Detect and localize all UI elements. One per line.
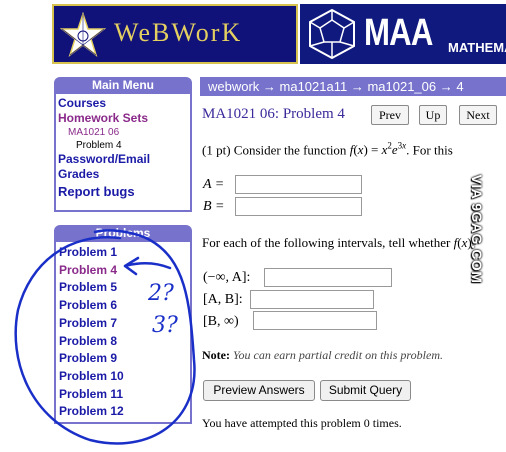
problem-link-5[interactable]: Problem 5 [59,279,190,297]
note-label: Note: [202,348,230,362]
problem-link-7[interactable]: Problem 7 [59,315,190,333]
interval-3-input[interactable] [253,311,377,330]
interval-2-input[interactable] [250,290,374,309]
problem-link-11[interactable]: Problem 11 [59,386,190,404]
problem-text-end: . For this [406,142,453,158]
interval-3-label: [B, ∞) [203,314,239,329]
next-button[interactable]: Next [459,105,497,125]
function-formula: f(x) = x2e3x [349,141,407,158]
partial-credit-note: Note: You can earn partial credit on thi… [202,348,443,363]
menu-item-set-ma1021-06[interactable]: MA1021 06 [58,126,190,139]
star-icon [60,12,106,58]
problem-points: (1 pt) [202,142,231,158]
answer-b-input[interactable] [235,197,362,216]
answer-a-input[interactable] [235,175,362,194]
problem-link-6[interactable]: Problem 6 [59,297,190,315]
note-text: You can earn partial credit on this prob… [232,348,443,362]
maa-logo-text: MAA [364,12,433,54]
maa-logo-subtext: MATHEMA [448,40,506,55]
prev-button[interactable]: Prev [371,105,409,125]
problem-link-10[interactable]: Problem 10 [59,368,190,386]
interval-1-label: (−∞, A]: [203,270,251,285]
answer-a-label: A = [203,177,225,192]
maa-logo[interactable]: MAA MATHEMA [300,4,506,64]
menu-item-password-email[interactable]: Password/Email [58,152,190,167]
problem-link-4[interactable]: Problem 4 [59,262,190,280]
breadcrumb[interactable]: webwork → ma1021a11 → ma1021_06 → 4 [200,77,506,96]
problems-title: Problems [54,225,192,242]
polyhedron-icon [309,8,355,60]
menu-item-courses[interactable]: Courses [58,96,190,111]
intervals-question-text: For each of the following intervals, tel… [202,235,451,250]
submit-query-button[interactable]: Submit Query [320,380,411,401]
preview-answers-button[interactable]: Preview Answers [203,380,315,401]
menu-item-homework-sets[interactable]: Homework Sets [58,111,190,126]
webwork-logo-text: WeBWorK [114,18,243,47]
intervals-question: For each of the following intervals, tel… [202,235,472,251]
problem-link-1[interactable]: Problem 1 [59,244,190,262]
attempts-status: You have attempted this problem 0 times. [202,416,402,430]
main-menu: Courses Homework Sets MA1021 06 Problem … [54,94,192,212]
watermark-text: VIA 9GAG.COM [469,174,485,284]
answer-b-label: B = [203,199,225,214]
problems-list: Problem 1 Problem 4 Problem 5 Problem 6 … [54,242,192,424]
interval-1-input[interactable] [264,268,392,287]
problem-link-9[interactable]: Problem 9 [59,350,190,368]
page-title: MA1021 06: Problem 4 [202,106,345,122]
menu-item-grades[interactable]: Grades [58,167,190,182]
problem-statement: (1 pt) Consider the function f(x) = x2e3… [202,141,453,158]
interval-2-label: [A, B]: [203,292,243,307]
menu-item-current-problem: Problem 4 [76,140,122,151]
watermark: VIA 9GAG.COM [464,174,490,284]
problem-link-8[interactable]: Problem 8 [59,333,190,351]
menu-item-report-bugs[interactable]: Report bugs [58,182,190,202]
site-banner: WeBWorK MAA MATHEMA [52,0,506,67]
webwork-logo[interactable]: WeBWorK [52,4,298,64]
up-button[interactable]: Up [419,105,447,125]
main-menu-title: Main Menu [54,77,192,94]
problem-link-12[interactable]: Problem 12 [59,403,190,421]
problem-text: Consider the function [233,142,347,158]
